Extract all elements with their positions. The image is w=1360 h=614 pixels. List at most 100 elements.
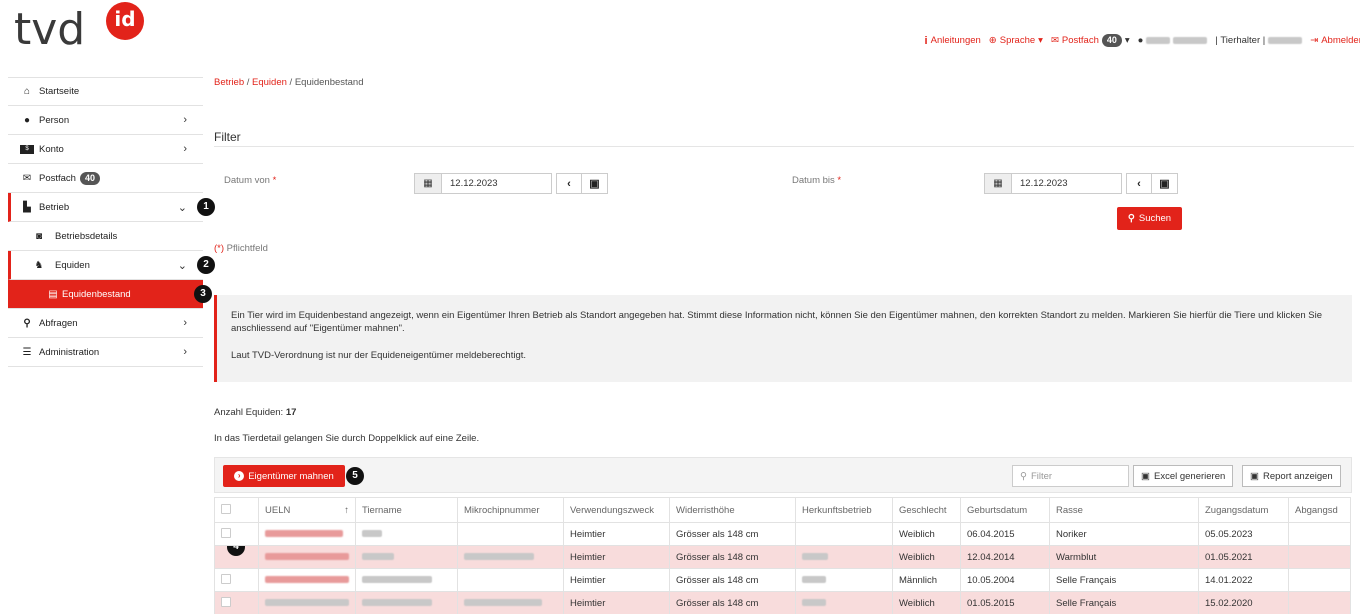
- row-checkbox[interactable]: [221, 573, 231, 584]
- excel-generieren-button[interactable]: ▣ Excel generieren: [1133, 465, 1234, 487]
- sidebar-item-abfragen[interactable]: ⚲ Abfragen ›: [8, 309, 203, 338]
- column-header-rasse[interactable]: Rasse: [1049, 497, 1199, 523]
- postfach-count-badge: 40: [79, 171, 100, 185]
- equiden-count: Anzahl Equiden: 17: [214, 407, 297, 418]
- table-filter-input[interactable]: ⚲ Filter: [1012, 465, 1129, 487]
- table-header-row: UELN ↑ Tiername Mikrochipnummer Verwendun…: [214, 497, 1351, 523]
- geburt-cell: 10.05.2004: [960, 568, 1050, 592]
- sidebar-item-equidenbestand[interactable]: ▤ Equidenbestand 3: [8, 280, 212, 309]
- hoehe-cell: Grösser als 148 cm: [669, 545, 796, 569]
- sidebar-item-person[interactable]: ● Person ›: [8, 106, 203, 135]
- eigentuemer-mahnen-button[interactable]: › Eigentümer mahnen: [223, 465, 345, 487]
- sidebar-item-administration[interactable]: ☰ Administration ›: [8, 338, 203, 367]
- abgang-cell: [1288, 545, 1351, 569]
- row-checkbox-cell[interactable]: 4: [214, 545, 259, 569]
- datum-von-input[interactable]: [442, 173, 552, 194]
- info-text-2: Laut TVD-Verordnung ist nur der Equidene…: [231, 350, 527, 361]
- datum-von-group: ▦ ‹ ▣: [414, 173, 608, 194]
- calendar-icon[interactable]: ▦: [414, 173, 442, 194]
- calendar-icon[interactable]: ▦: [984, 173, 1012, 194]
- column-header-widerristhoehe[interactable]: Widerristhöhe: [669, 497, 796, 523]
- ueln-cell: [258, 568, 356, 592]
- user-icon: ●: [1137, 35, 1144, 46]
- table-row[interactable]: Heimtier Grösser als 148 cm Weiblich 06.…: [214, 522, 1351, 546]
- step-marker-5: 5: [346, 467, 364, 485]
- herkunft-cell: [795, 568, 893, 592]
- column-header-verwendungszweck[interactable]: Verwendungszweck: [563, 497, 670, 523]
- date-picker-button[interactable]: ▣: [1152, 173, 1178, 194]
- sidebar-item-betrieb[interactable]: ▙ Betrieb ⌄ 1: [8, 193, 215, 222]
- step-marker-3: 3: [194, 285, 212, 303]
- search-button[interactable]: ⚲ Suchen: [1117, 207, 1182, 230]
- tvd-logo[interactable]: tvd id: [14, 2, 174, 52]
- column-header-mikrochip[interactable]: Mikrochipnummer: [457, 497, 564, 523]
- column-header-geschlecht[interactable]: Geschlecht: [892, 497, 961, 523]
- verwendung-cell: Heimtier: [563, 591, 670, 614]
- ueln-redacted: [265, 575, 349, 583]
- mikrochip-redacted: [464, 598, 542, 606]
- select-all-checkbox[interactable]: [221, 503, 231, 514]
- equiden-table: UELN ↑ Tiername Mikrochipnummer Verwendun…: [214, 497, 1351, 614]
- sidebar-item-startseite[interactable]: ⌂ Startseite: [8, 77, 203, 106]
- tiername-redacted: [362, 552, 394, 560]
- row-checkbox[interactable]: [221, 596, 231, 607]
- sidebar-item-betriebsdetails[interactable]: ◙ Betriebsdetails: [8, 222, 203, 251]
- report-anzeigen-button[interactable]: ▣ Report anzeigen: [1242, 465, 1341, 487]
- table-row[interactable]: 4 Heimtier Grösser als 148 cm Weiblich 1…: [214, 545, 1351, 569]
- column-header-zugangsdatum[interactable]: Zugangsdatum: [1198, 497, 1289, 523]
- column-header-abgangsdatum[interactable]: Abgangsd: [1288, 497, 1351, 523]
- datum-bis-input[interactable]: [1012, 173, 1122, 194]
- row-checkbox-cell[interactable]: [214, 591, 259, 614]
- excel-file-icon: ▣: [1141, 470, 1150, 482]
- table-row[interactable]: Heimtier Grösser als 148 cm Weiblich 01.…: [214, 591, 1351, 614]
- sort-asc-icon: ↑: [344, 504, 349, 516]
- role-id-redacted: [1268, 37, 1303, 44]
- date-prev-button[interactable]: ‹: [1126, 173, 1152, 194]
- zugang-cell: 01.05.2021: [1198, 545, 1289, 569]
- tiername-redacted: [362, 598, 432, 606]
- user-menu[interactable]: ●: [1138, 35, 1208, 46]
- abmelden-link[interactable]: ⇥ Abmelden: [1310, 35, 1360, 46]
- herkunft-redacted: [802, 575, 826, 583]
- date-prev-button[interactable]: ‹: [556, 173, 582, 194]
- list-icon: ▤: [48, 288, 58, 300]
- table-row[interactable]: Heimtier Grösser als 148 cm Männlich 10.…: [214, 568, 1351, 592]
- geburt-cell: 06.04.2015: [960, 522, 1050, 546]
- column-header-tiername[interactable]: Tiername: [355, 497, 458, 523]
- chevron-right-icon: ›: [183, 317, 187, 329]
- row-checkbox-cell[interactable]: [214, 522, 259, 546]
- sidebar-item-postfach[interactable]: ✉ Postfach 40: [8, 164, 203, 193]
- chevron-right-icon: ›: [183, 114, 187, 126]
- select-all-checkbox-cell[interactable]: [214, 497, 259, 523]
- column-header-ueln[interactable]: UELN ↑: [258, 497, 356, 523]
- herkunft-cell: [795, 522, 893, 546]
- pflichtfeld-note: (*) Pflichtfeld: [214, 243, 268, 254]
- tiername-cell: [355, 591, 458, 614]
- sidebar: ⌂ Startseite ● Person › $ Konto › ✉ Post…: [8, 77, 215, 367]
- date-picker-button[interactable]: ▣: [582, 173, 608, 194]
- chevron-down-icon: ⌄: [177, 201, 187, 214]
- sidebar-item-konto[interactable]: $ Konto ›: [8, 135, 203, 164]
- hoehe-cell: Grösser als 148 cm: [669, 568, 796, 592]
- breadcrumb-betrieb[interactable]: Betrieb: [214, 77, 244, 88]
- row-checkbox-cell[interactable]: [214, 568, 259, 592]
- sidebar-item-equiden[interactable]: ♞ Equiden ⌄ 2: [8, 251, 215, 280]
- postfach-dropdown[interactable]: ✉ Postfach 40 ▾: [1051, 34, 1130, 47]
- logout-icon: ⇥: [1310, 35, 1319, 46]
- anleitungen-link[interactable]: i Anleitungen: [925, 35, 981, 47]
- geschlecht-cell: Weiblich: [892, 522, 961, 546]
- ueln-cell: [258, 545, 356, 569]
- column-header-herkunftsbetrieb[interactable]: Herkunftsbetrieb: [795, 497, 893, 523]
- column-header-geburtsdatum[interactable]: Geburtsdatum: [960, 497, 1050, 523]
- verwendung-cell: Heimtier: [563, 545, 670, 569]
- breadcrumb-equiden[interactable]: Equiden: [252, 77, 287, 88]
- row-checkbox[interactable]: [221, 527, 231, 538]
- chevron-right-icon: ›: [183, 143, 187, 155]
- logo-badge: id: [106, 2, 144, 40]
- language-dropdown[interactable]: ⊕ Sprache ▾: [989, 35, 1043, 46]
- doubleclick-hint: In das Tierdetail gelangen Sie durch Dop…: [214, 433, 480, 444]
- divider: [214, 146, 1354, 147]
- caret-down-icon: ▾: [1124, 35, 1130, 46]
- zugang-cell: 05.05.2023: [1198, 522, 1289, 546]
- role-label: | Tierhalter |: [1215, 35, 1303, 46]
